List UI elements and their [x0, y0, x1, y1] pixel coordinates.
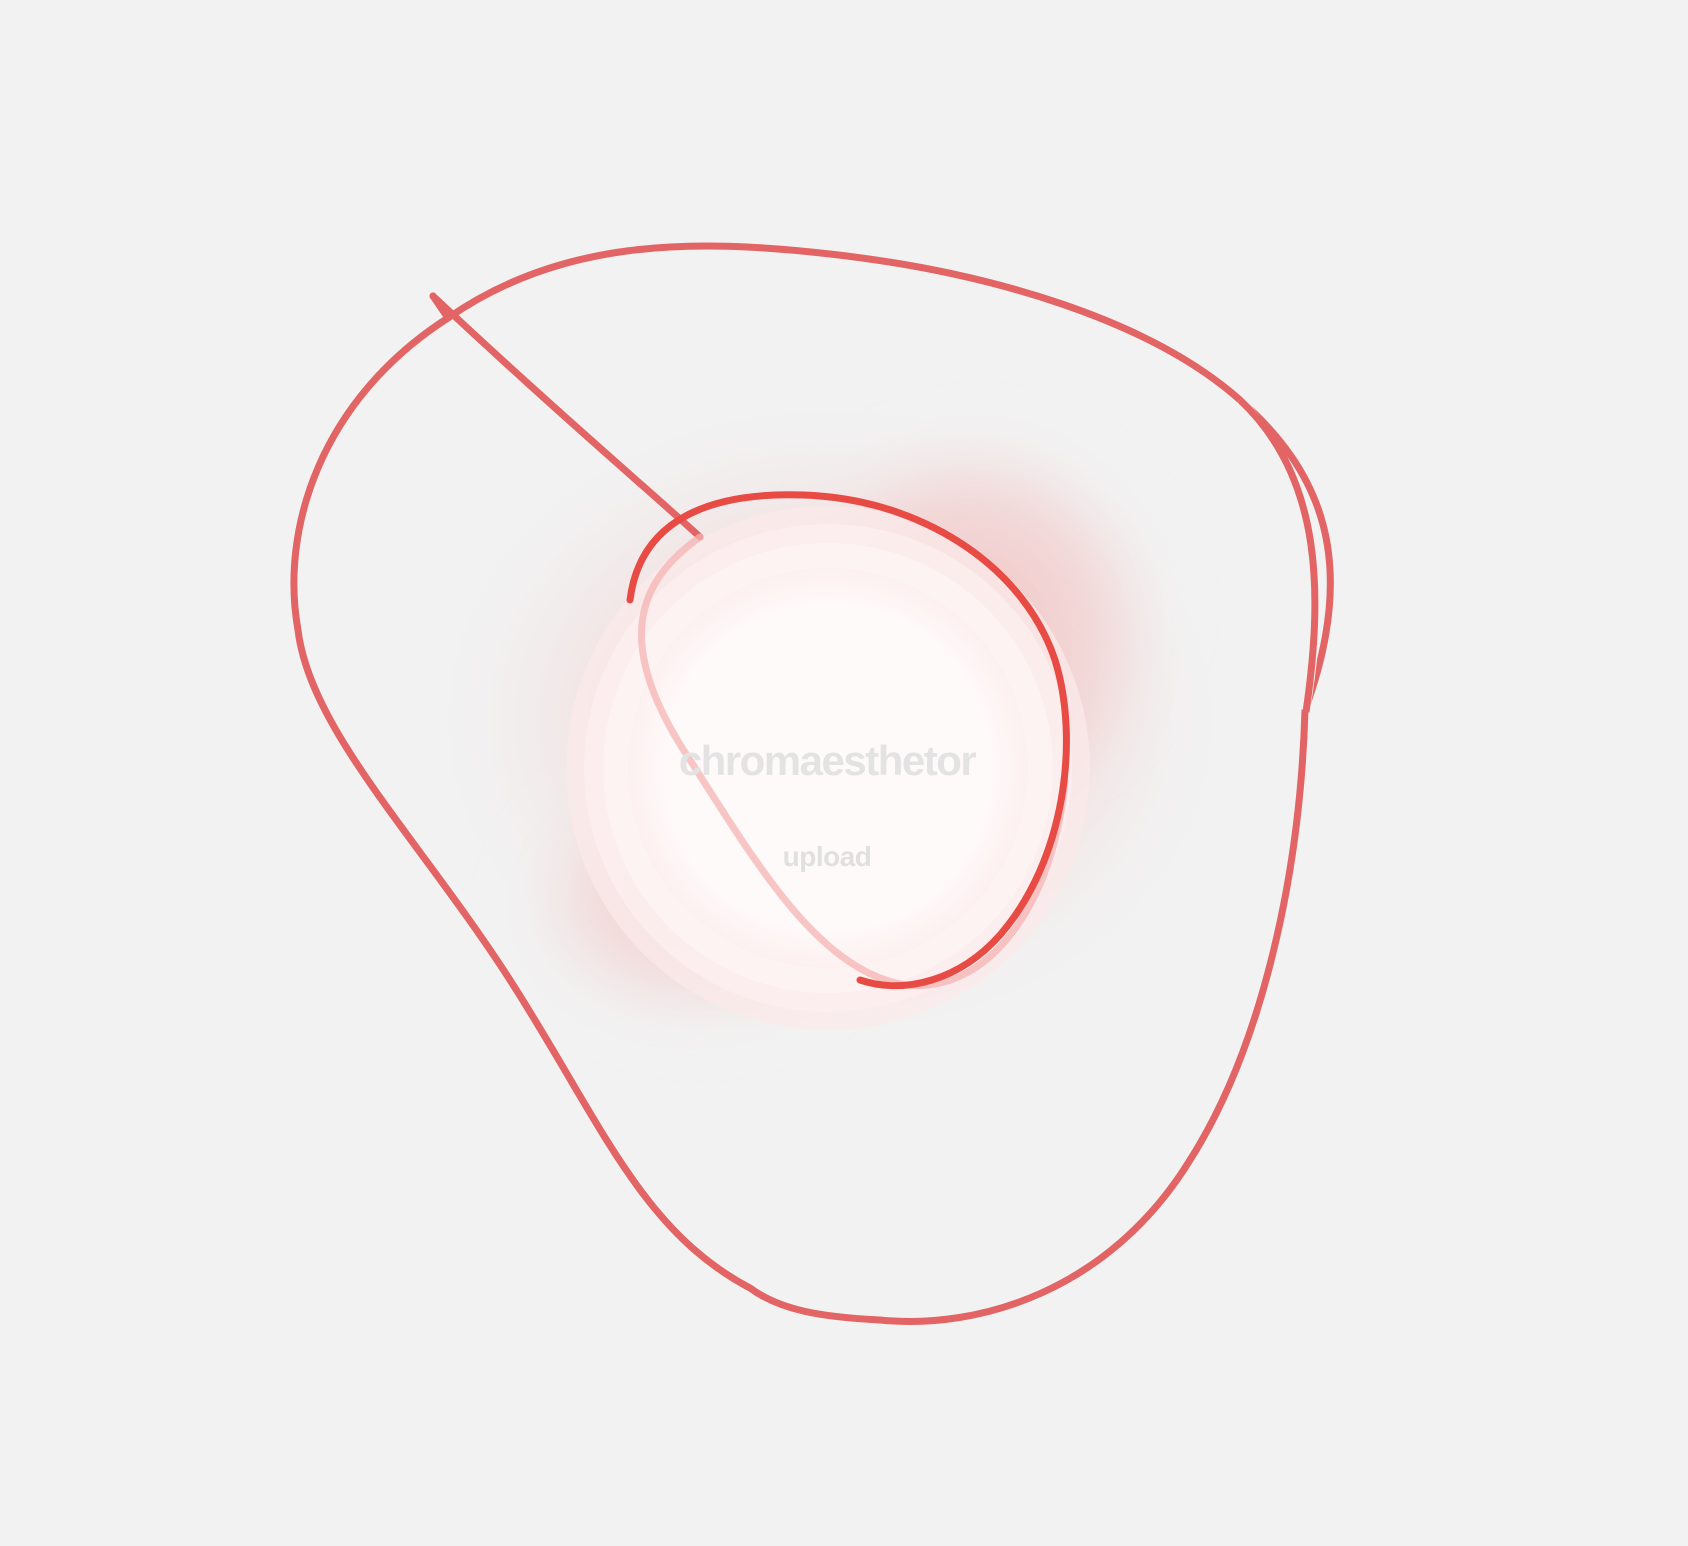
- upload-drop-zone[interactable]: [627, 567, 1027, 967]
- canvas: chromaesthetor upload: [0, 0, 1688, 1546]
- outer-blob-right-edge: [1237, 397, 1319, 713]
